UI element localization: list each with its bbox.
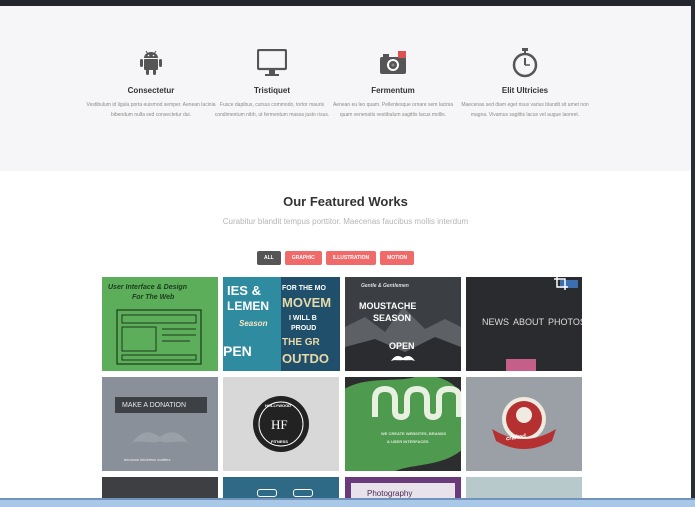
filter-graphic-button[interactable]: GRAPHIC	[284, 251, 322, 265]
thumbnail-strip	[506, 359, 536, 371]
portfolio-filters: ALL GRAPHIC ILLUSTRATION MOTION	[257, 251, 415, 265]
service-item: Tristiquet Fusce dapibus, cursus commodo…	[207, 46, 337, 120]
service-title: Tristiquet	[253, 86, 290, 95]
service-item: Fermentum Aenean eu leo quam. Pellentesq…	[328, 46, 458, 120]
tile-text: MAKE A DONATION	[122, 402, 187, 409]
tile-text: THE GR	[282, 337, 320, 348]
tile-text: Gentle & Gentlemen	[361, 283, 409, 289]
service-title: Consectetur	[127, 86, 175, 95]
service-title: Elit Ultricies	[501, 86, 549, 95]
wireframe-illustration	[116, 309, 202, 365]
service-item: Consectetur Vestibulum id ligula porta e…	[86, 46, 216, 120]
portfolio-item[interactable]: MAKE A DONATION because kindness matters	[102, 377, 218, 471]
services-section: Consectetur Vestibulum id ligula porta e…	[0, 6, 691, 171]
monitor-icon	[207, 46, 337, 80]
service-desc: Fusce dapibus, cursus commodo, tortor ma…	[214, 102, 330, 118]
tile-text: I WILL B	[289, 315, 317, 322]
portfolio-item[interactable]: Photography	[345, 477, 461, 498]
portfolio-item[interactable]	[466, 477, 582, 498]
portfolio-item[interactable]: User Interface & Design For The Web	[102, 277, 218, 371]
tile-shape	[293, 489, 313, 497]
stopwatch-icon	[460, 46, 590, 80]
tile-text: User Interface & Design	[108, 284, 187, 291]
tile-text: LEMEN	[227, 299, 269, 313]
tile-text: MOUSTACHE	[359, 301, 417, 311]
tile-shape	[257, 489, 277, 497]
tile-text: SEASON	[373, 313, 412, 323]
camera-icon	[328, 46, 458, 80]
service-title: Fermentum	[371, 86, 415, 95]
tile-text: OPEN	[389, 341, 415, 351]
tile-text: HF	[271, 417, 288, 432]
service-item: Elit Ultricies Maecenas sed diam eget ri…	[460, 46, 590, 120]
tile-text: IES &	[227, 283, 261, 298]
featured-works-section: Our Featured Works Curabitur blandit tem…	[0, 171, 691, 498]
portfolio-item[interactable]: crafted	[466, 377, 582, 471]
tile-text: FITNESS	[271, 439, 288, 444]
tile-text: For The Web	[132, 294, 175, 301]
section-title: Our Featured Works	[283, 194, 408, 209]
section-subtitle: Curabitur blandit tempus porttitor. Maec…	[222, 217, 469, 226]
portfolio-item[interactable]: HF HOLLYWOOD FITNESS	[223, 377, 339, 471]
taskbar	[0, 498, 695, 507]
moustache-icon	[132, 432, 188, 443]
blob-illustration	[345, 377, 461, 471]
portfolio-item[interactable]: Gentle & Gentlemen MOUSTACHE SEASON OPEN	[345, 277, 461, 371]
tile-text: Photography	[367, 489, 413, 498]
portfolio-item[interactable]	[102, 477, 218, 498]
tile-text: OUTDO	[282, 351, 329, 366]
service-desc: Aenean eu leo quam. Pellentesque ornare …	[332, 102, 454, 118]
tile-text: PHOTOS	[548, 317, 582, 327]
tile-text: & USER INTERFACES	[387, 439, 429, 444]
tile-text: HOLLYWOOD	[265, 403, 292, 408]
tile-text: ABOUT	[513, 317, 545, 327]
portfolio-item[interactable]	[223, 477, 339, 498]
service-desc: Vestibulum id ligula porta euismod sempe…	[86, 102, 216, 118]
crop-icon	[554, 277, 568, 290]
portfolio-item[interactable]: WE CREATE WEBSITES, BRANDS & USER INTERF…	[345, 377, 461, 471]
moustache-icon	[391, 356, 415, 361]
tile-text: PEN	[223, 343, 252, 359]
portfolio-item[interactable]: NEWS ABOUT PHOTOS	[466, 277, 582, 371]
portfolio-item[interactable]: FOR THE MO MOVEM I WILL B PROUD THE GR O…	[281, 277, 340, 371]
tile-text: NEWS	[482, 317, 509, 327]
service-desc: Maecenas sed diam eget risus varius blan…	[461, 102, 589, 118]
tile-text: PROUD	[291, 325, 317, 332]
tile-text: MOVEM	[282, 295, 332, 310]
badge-emblem	[492, 397, 556, 449]
tile-text: Season	[239, 319, 268, 328]
filter-illustration-button[interactable]: ILLUSTRATION	[325, 251, 377, 265]
tile-text: FOR THE MO	[282, 285, 326, 292]
filter-all-button[interactable]: ALL	[257, 251, 281, 265]
tile-text: because kindness matters	[124, 457, 171, 462]
window-edge	[691, 0, 695, 507]
app-window: Consectetur Vestibulum id ligula porta e…	[0, 0, 695, 507]
tile-text: WE CREATE WEBSITES, BRANDS	[381, 431, 447, 436]
android-icon	[86, 46, 216, 80]
filter-motion-button[interactable]: MOTION	[380, 251, 415, 265]
